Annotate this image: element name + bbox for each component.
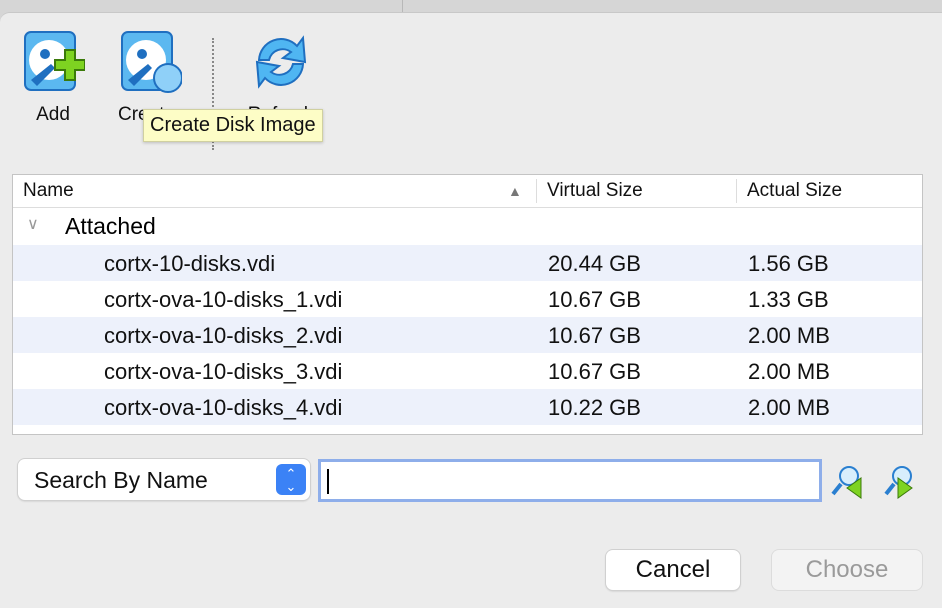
disk-name: cortx-ova-10-disks_5.vdi [104,431,342,434]
sort-ascending-icon: ▲ [508,183,522,199]
refresh-icon [255,35,307,89]
disk-name: cortx-ova-10-disks_2.vdi [104,323,343,348]
disk-name: cortx-ova-10-disks_3.vdi [104,359,343,384]
actual-size: 2.00 MB [748,359,830,384]
column-virtual-size[interactable]: Virtual Size [547,180,643,202]
group-label: Attached [65,213,156,239]
group-attached[interactable]: ∨ Attached [13,208,922,245]
create-disk-icon [121,31,182,93]
column-actual-size[interactable]: Actual Size [747,180,842,202]
disk-name: cortx-ova-10-disks_4.vdi [104,395,343,420]
virtual-size: 10.67 GB [548,323,641,348]
disk-table[interactable]: Name ▲ Virtual Size Actual Size ∨ Attach… [12,174,923,435]
search-mode-value: Search By Name [34,467,208,493]
column-name[interactable]: Name [23,180,74,202]
actual-size: 2.00 MB [748,395,830,420]
search-input[interactable] [318,459,822,502]
disk-name: cortx-ova-10-disks_1.vdi [104,287,343,312]
actual-size: 1.33 GB [748,287,829,312]
tooltip: Create Disk Image [143,109,323,142]
table-row[interactable]: cortx-ova-10-disks_4.vdi 10.22 GB 2.00 MB [13,389,922,425]
disk-name: cortx-10-disks.vdi [104,251,276,276]
virtual-size: 10.67 GB [548,359,641,384]
actual-size: 2.00 MB [748,431,830,434]
cancel-button[interactable]: Cancel [606,550,740,590]
up-down-chevron-icon: ⌃ ⌄ [276,464,306,495]
virtual-size: 10.22 GB [548,431,641,434]
choose-button[interactable]: Choose [772,550,922,590]
table-row[interactable]: cortx-ova-10-disks_1.vdi 10.67 GB 1.33 GB [13,281,922,317]
add-button[interactable]: Add [18,30,88,126]
actual-size: 2.00 MB [748,323,830,348]
add-label: Add [36,104,70,125]
virtual-size: 20.44 GB [548,251,641,276]
table-header: Name ▲ Virtual Size Actual Size [13,175,922,208]
table-row[interactable]: cortx-10-disks.vdi 20.44 GB 1.56 GB [13,245,922,281]
search-previous-icon[interactable] [829,464,865,500]
search-next-icon[interactable] [880,464,916,500]
virtual-size: 10.22 GB [548,395,641,420]
table-row[interactable]: cortx-ova-10-disks_3.vdi 10.67 GB 2.00 MB [13,353,922,389]
table-row[interactable]: cortx-ova-10-disks_2.vdi 10.67 GB 2.00 MB [13,317,922,353]
table-row[interactable]: cortx-ova-10-disks_5.vdi 10.22 GB 2.00 MB [13,425,922,434]
add-disk-icon [24,31,85,91]
window-divider [402,0,403,12]
search-mode-select[interactable]: Search By Name ⌃ ⌄ [18,459,310,500]
virtual-size: 10.67 GB [548,287,641,312]
actual-size: 1.56 GB [748,251,829,276]
chevron-down-icon[interactable]: ∨ [27,214,39,234]
